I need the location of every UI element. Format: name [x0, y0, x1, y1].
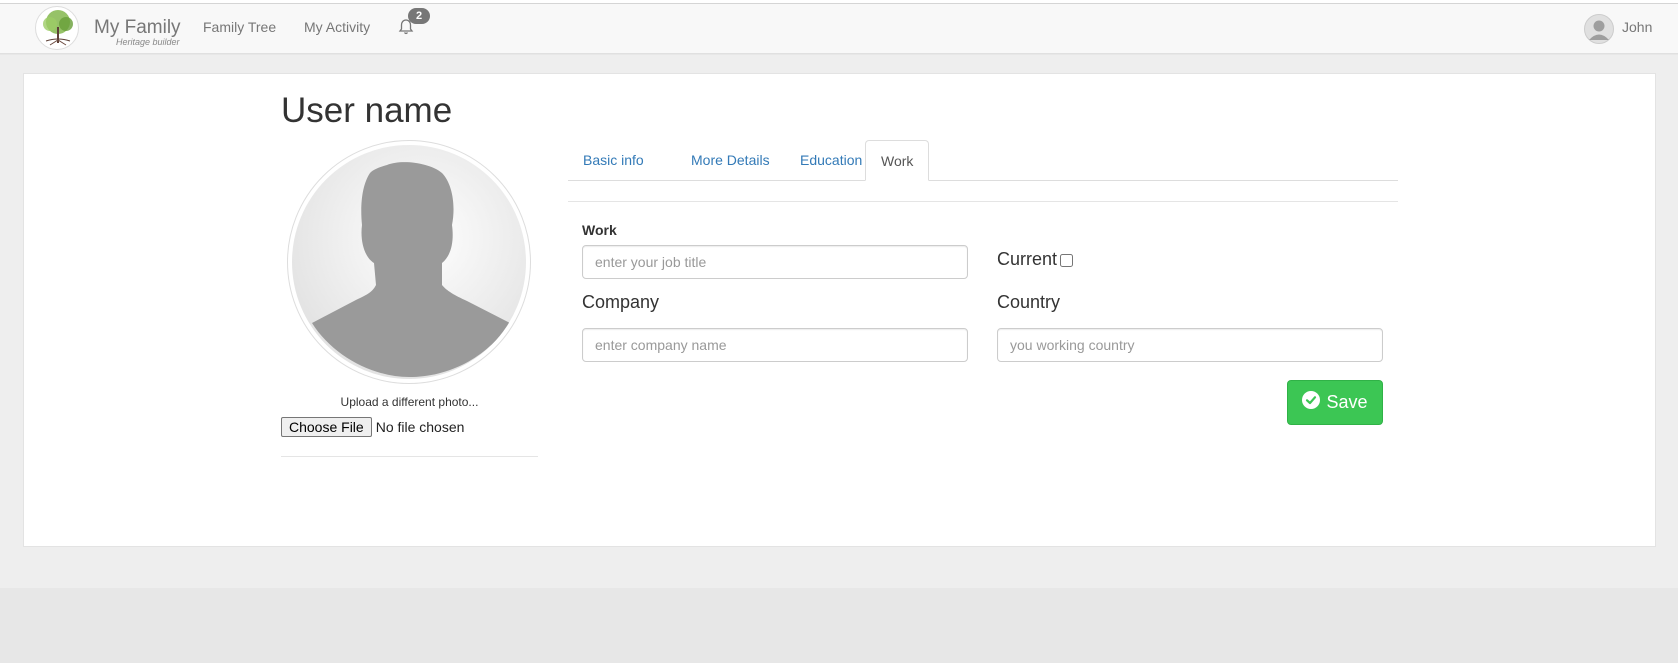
- nav-my-activity[interactable]: My Activity: [304, 19, 370, 35]
- user-avatar-icon[interactable]: [1584, 14, 1614, 44]
- current-label: Current: [997, 249, 1058, 269]
- country-label: Country: [997, 292, 1061, 312]
- country-input[interactable]: [997, 328, 1383, 362]
- profile-tabs: Basic info More Details Education Work: [568, 140, 1398, 181]
- divider: [568, 201, 1398, 202]
- tab-more-details[interactable]: More Details: [676, 140, 785, 181]
- profile-photo: [287, 140, 531, 384]
- file-input: Choose File No file chosen: [281, 417, 464, 437]
- notification-badge[interactable]: 2: [408, 8, 430, 24]
- person-silhouette-icon: [312, 162, 510, 377]
- current-checkbox[interactable]: [1060, 254, 1073, 267]
- upload-photo-label: Upload a different photo...: [340, 395, 479, 409]
- footer-band: [0, 588, 1678, 663]
- company-input[interactable]: [582, 328, 968, 362]
- brand-subtitle: Heritage builder: [116, 37, 180, 47]
- file-status: No file chosen: [375, 419, 465, 435]
- work-label: Work: [582, 222, 617, 238]
- tab-basic-info[interactable]: Basic info: [568, 140, 659, 181]
- check-circle-icon: [1302, 391, 1321, 414]
- choose-file-button[interactable]: Choose File: [281, 417, 372, 437]
- navbar: My Family Heritage builder Family Tree M…: [0, 4, 1678, 54]
- brand-name[interactable]: My Family: [94, 17, 181, 39]
- save-button[interactable]: Save: [1287, 380, 1383, 425]
- company-label: Company: [582, 292, 660, 312]
- tab-education[interactable]: Education: [785, 140, 877, 181]
- tab-work[interactable]: Work: [865, 140, 930, 181]
- brand-logo[interactable]: [35, 6, 79, 50]
- nav-family-tree[interactable]: Family Tree: [203, 19, 276, 35]
- user-name[interactable]: John: [1622, 19, 1652, 35]
- page-title: User name: [281, 91, 453, 130]
- job-title-input[interactable]: [582, 245, 968, 279]
- save-label: Save: [1326, 392, 1368, 412]
- divider: [281, 456, 538, 457]
